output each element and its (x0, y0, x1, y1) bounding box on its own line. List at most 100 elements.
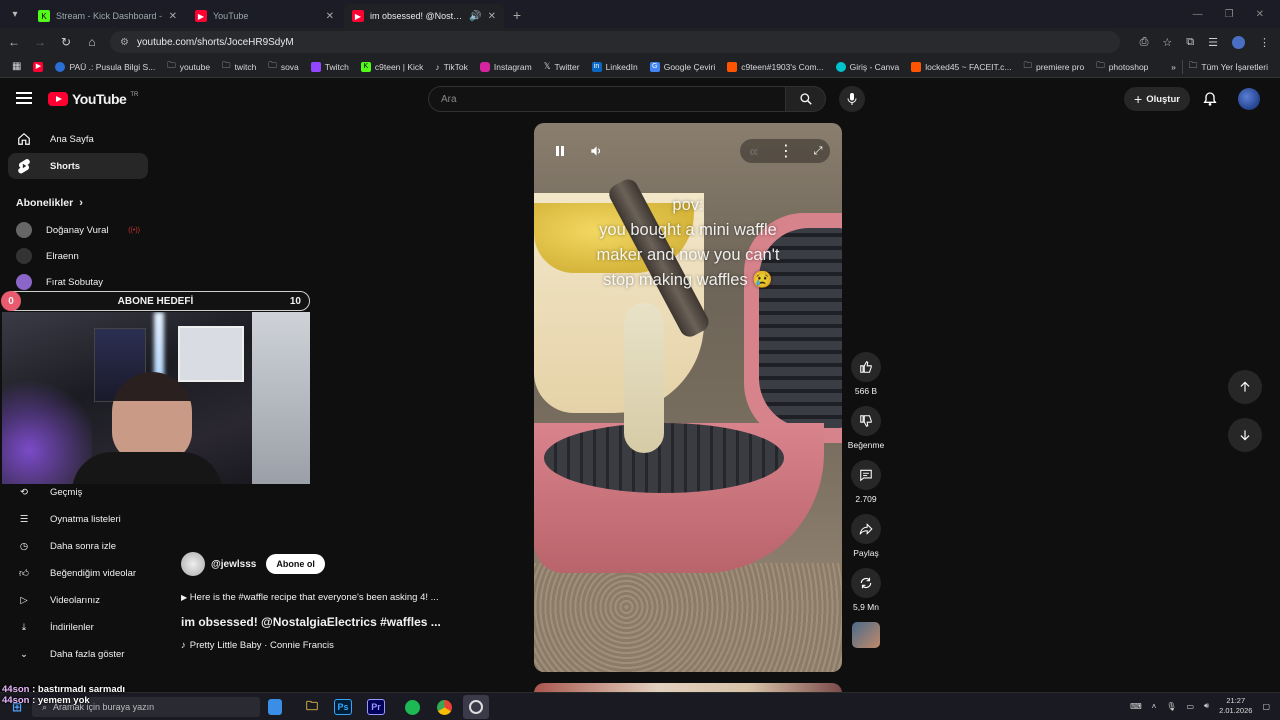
subscription-item[interactable]: Elraenn (8, 243, 148, 269)
chrome-icon[interactable] (433, 697, 455, 717)
volume-icon[interactable]: 🔊︎ (1204, 701, 1209, 711)
channel-name[interactable]: @jewlsss (211, 559, 256, 570)
notifications-button[interactable] (1202, 91, 1218, 112)
spotify-icon[interactable] (401, 697, 423, 717)
chevron-up-icon[interactable]: ˄ (1152, 702, 1157, 711)
next-short-button[interactable] (1228, 418, 1262, 452)
bookmark-folder[interactable]: 🗀 youtube (161, 60, 216, 74)
close-icon[interactable]: ✕ (326, 11, 334, 22)
bookmark-label: c9teen | Kick (374, 61, 424, 72)
all-bookmarks-folder[interactable]: 🗀 Tüm Yer İşaretleri (1181, 59, 1274, 74)
bookmark-folder[interactable]: 🗀 sova (262, 60, 304, 74)
tab-shorts-active[interactable]: ▶ im obsessed! @NostalgiaEl 🔊 ✕ (344, 4, 504, 28)
bookmark-item[interactable]: Twitch (305, 61, 355, 72)
site-info-icon[interactable]: ⚙ (120, 37, 129, 48)
sidebar-item-your-videos[interactable]: ▷ Videolarınız (8, 587, 148, 613)
shorts-video-player[interactable]: pov: you bought a mini waffle maker and … (534, 123, 842, 672)
dislike-button[interactable] (851, 406, 881, 436)
tab-search-button[interactable]: ▾ (4, 3, 26, 25)
folder-icon: 🗀 (167, 59, 176, 70)
address-bar[interactable]: ⚙ youtube.com/shorts/JoceHR9SdyM (110, 31, 1120, 53)
sidebar-item-show-more[interactable]: ⌄ Daha fazla göster (8, 641, 148, 667)
account-avatar[interactable] (1238, 88, 1260, 110)
sidebar-item-watch-later[interactable]: ◷ Daha sonra izle (8, 533, 148, 559)
pause-button[interactable] (548, 139, 572, 163)
speaker-icon[interactable]: 🔊 (469, 11, 481, 22)
network-icon[interactable]: ▭ (1186, 702, 1194, 711)
subscriptions-header[interactable]: Abonelikler › (8, 189, 148, 217)
install-app-icon[interactable]: ⎙ (1140, 36, 1149, 49)
bookmark-item[interactable]: ♪ TikTok (429, 62, 474, 72)
keyboard-icon[interactable]: ⌨ (1130, 702, 1142, 711)
file-explorer-icon[interactable]: 🗀 (301, 697, 323, 717)
home-icon[interactable]: ⌂ (84, 34, 100, 50)
bookmark-star-icon[interactable]: ☆ (1162, 36, 1172, 49)
remix-button[interactable] (851, 568, 881, 598)
sidebar-item-shorts[interactable]: Shorts (8, 153, 148, 179)
bookmark-folder[interactable]: 🗀 photoshop (1090, 60, 1154, 74)
tab-youtube[interactable]: ▶ YouTube ✕ (187, 4, 342, 28)
subscription-item[interactable]: Doğanay Vural ((•)) (8, 217, 148, 243)
youtube-logo[interactable]: YouTube TR (48, 91, 138, 107)
channel-avatar[interactable] (181, 552, 205, 576)
search-button[interactable] (786, 86, 826, 112)
forward-icon[interactable]: → (32, 34, 48, 50)
maximize-icon[interactable]: ❐ (1225, 9, 1234, 20)
new-tab-button[interactable]: + (506, 4, 528, 26)
bookmark-item[interactable]: Instagram (474, 61, 538, 72)
bookmark-item[interactable]: in LinkedIn (586, 61, 644, 72)
search-input[interactable]: Ara (428, 86, 786, 112)
notification-center-icon[interactable]: ▢ (1262, 702, 1270, 711)
volume-button[interactable] (584, 139, 608, 163)
close-icon[interactable]: ✕ (169, 11, 177, 22)
sidebar-item-liked-videos[interactable]: 👍︎ Beğendiğim videolar (8, 560, 148, 586)
captions-button[interactable]: ㏄ (742, 139, 766, 163)
bookmark-item[interactable]: Kc9teen | Kick (355, 61, 430, 72)
music-row[interactable]: ♪ Pretty Little Baby · Connie Francis (181, 640, 501, 651)
sidebar-item-home[interactable]: Ana Sayfa (8, 126, 148, 152)
bookmark-item[interactable]: G Google Çeviri (644, 61, 722, 72)
fullscreen-icon[interactable]: ⤢ (806, 139, 830, 163)
minimize-icon[interactable]: — (1193, 9, 1203, 20)
subscribe-button[interactable]: Abone ol (266, 554, 325, 574)
close-window-icon[interactable]: ✕ (1256, 9, 1264, 20)
voice-search-button[interactable] (839, 86, 865, 112)
sidebar-item-playlists[interactable]: ☰ Oynatma listeleri (8, 506, 148, 532)
back-icon[interactable]: ← (6, 34, 22, 50)
photoshop-icon[interactable]: Ps (334, 699, 352, 715)
microphone-icon[interactable]: 🎙︎ (1166, 702, 1176, 711)
reading-list-icon[interactable]: ☰ (1208, 36, 1218, 49)
bookmark-item[interactable]: c9teen#1903's Com... (721, 61, 829, 72)
bookmark-folder[interactable]: 🗀 premiere pro (1017, 60, 1090, 74)
bookmark-item[interactable]: Giriş - Canva (830, 61, 906, 72)
share-button[interactable] (851, 514, 881, 544)
previous-short-button[interactable] (1228, 370, 1262, 404)
sidebar-item-downloads[interactable]: ⤓ İndirilenler (8, 614, 148, 640)
close-icon[interactable]: ✕ (488, 11, 496, 22)
bookmark-item[interactable]: ▶ (27, 61, 49, 72)
menu-icon[interactable]: ⋮ (1259, 36, 1270, 49)
more-options-icon[interactable]: ⋮ (774, 139, 798, 163)
calculator-icon[interactable] (268, 699, 282, 715)
bookmark-folder[interactable]: 🗀 twitch (216, 60, 262, 74)
bookmark-item[interactable]: locked45 ~ FACEIT.c... (905, 61, 1017, 72)
extensions-icon[interactable]: ⧉ (1186, 36, 1194, 49)
more-bookmarks-icon[interactable]: » (1165, 62, 1182, 72)
premiere-icon[interactable]: Pr (367, 699, 385, 715)
taskbar-clock[interactable]: 21:27 2.01.2026 (1219, 696, 1252, 716)
sound-thumbnail[interactable] (852, 622, 880, 648)
hamburger-menu-icon[interactable] (16, 90, 32, 106)
short-title[interactable]: im obsessed! @NostalgiaElectrics #waffle… (181, 615, 501, 629)
reload-icon[interactable]: ↻ (58, 34, 74, 50)
tab-kick-dashboard[interactable]: K Stream - Kick Dashboard - ✕ (30, 4, 185, 28)
short-description[interactable]: ▶ Here is the #waffle recipe that everyo… (181, 592, 501, 603)
comment-button[interactable] (851, 460, 881, 490)
apps-icon[interactable]: ▦ (6, 61, 27, 72)
bookmark-label: Instagram (493, 61, 532, 72)
obs-icon[interactable] (463, 695, 489, 719)
like-button[interactable] (851, 352, 881, 382)
create-button[interactable]: + Oluştur (1124, 87, 1190, 111)
bookmark-item[interactable]: 𝕏 Twitter (538, 61, 586, 72)
bookmark-item[interactable]: PAÜ .: Pusula Bilgi S... (49, 61, 161, 72)
profile-icon[interactable] (1232, 35, 1245, 49)
